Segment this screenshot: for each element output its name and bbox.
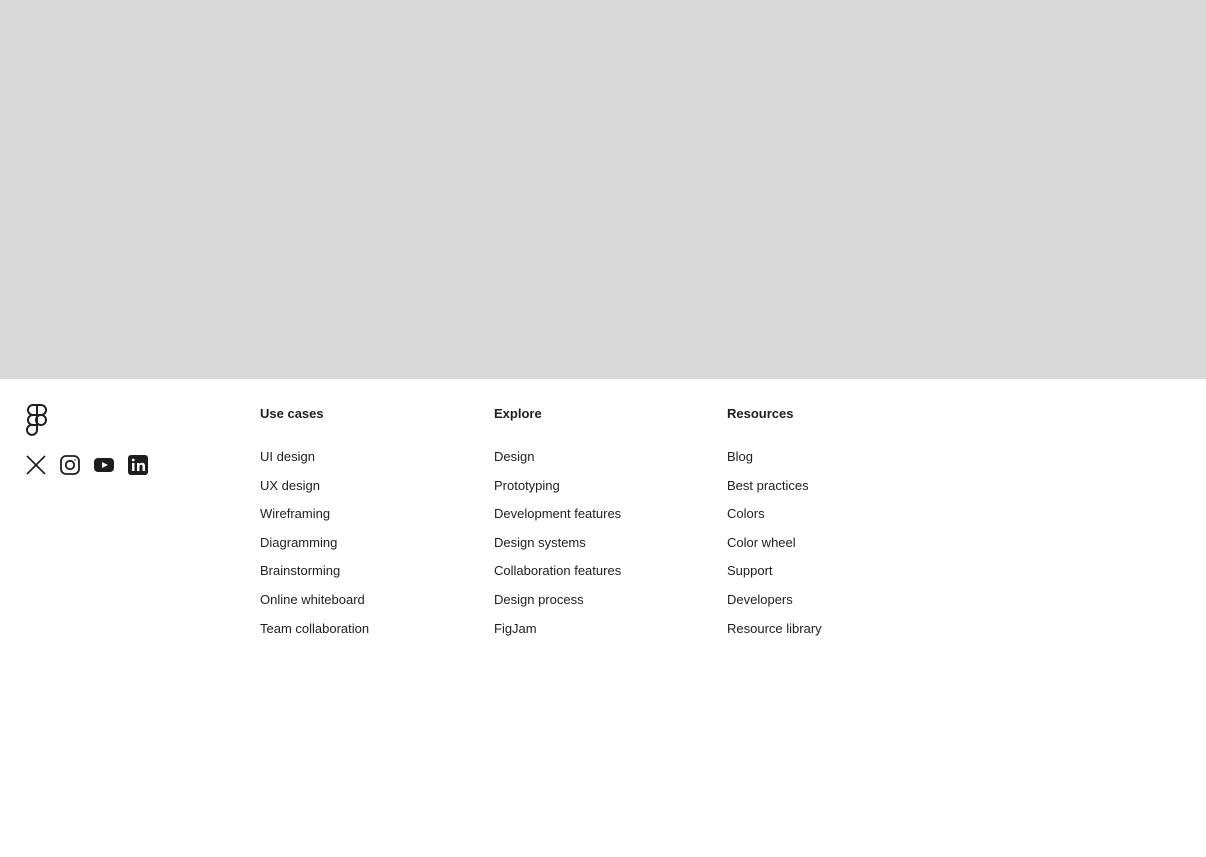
list-item: FigJam <box>494 620 694 649</box>
list-item: Best practices <box>727 477 927 506</box>
footer-column-use-cases: Use cases UI design UX design Wireframin… <box>260 406 460 648</box>
site-footer: Use cases UI design UX design Wireframin… <box>0 379 1206 857</box>
list-item: Development features <box>494 505 694 534</box>
brand <box>25 404 49 436</box>
list-item: Design systems <box>494 534 694 563</box>
link-list: UI design UX design Wireframing Diagramm… <box>260 448 460 648</box>
list-item: Design <box>494 448 694 477</box>
footer-link-online-whiteboard[interactable]: Online whiteboard <box>260 592 365 607</box>
youtube-icon[interactable] <box>93 454 115 476</box>
footer-link-ux-design[interactable]: UX design <box>260 478 320 493</box>
footer-link-prototyping[interactable]: Prototyping <box>494 478 560 493</box>
link-list: Design Prototyping Development features … <box>494 448 694 648</box>
list-item: Prototyping <box>494 477 694 506</box>
footer-link-brainstorming[interactable]: Brainstorming <box>260 563 340 578</box>
footer-link-blog[interactable]: Blog <box>727 449 753 464</box>
footer-column-explore: Explore Design Prototyping Development f… <box>494 406 694 648</box>
instagram-icon[interactable] <box>59 454 81 476</box>
list-item: Blog <box>727 448 927 477</box>
list-item: Diagramming <box>260 534 460 563</box>
footer-column-resources: Resources Blog Best practices Colors Col… <box>727 406 927 648</box>
footer-link-ui-design[interactable]: UI design <box>260 449 315 464</box>
footer-link-development-features[interactable]: Development features <box>494 506 621 521</box>
footer-link-diagramming[interactable]: Diagramming <box>260 535 337 550</box>
list-item: Support <box>727 562 927 591</box>
footer-link-figjam[interactable]: FigJam <box>494 621 537 636</box>
list-item: Color wheel <box>727 534 927 563</box>
link-list: Blog Best practices Colors Color wheel S… <box>727 448 927 648</box>
figma-logo[interactable] <box>25 404 49 436</box>
column-heading: Explore <box>494 406 542 421</box>
footer-link-support[interactable]: Support <box>727 563 773 578</box>
list-item: Collaboration features <box>494 562 694 591</box>
list-item: Resource library <box>727 620 927 649</box>
footer-link-resource-library[interactable]: Resource library <box>727 621 822 636</box>
social-links <box>25 454 149 476</box>
x-twitter-icon[interactable] <box>25 454 47 476</box>
column-heading: Resources <box>727 406 794 421</box>
footer-link-color-wheel[interactable]: Color wheel <box>727 535 796 550</box>
footer-link-colors[interactable]: Colors <box>727 506 765 521</box>
list-item: Colors <box>727 505 927 534</box>
list-item: UX design <box>260 477 460 506</box>
list-item: Design process <box>494 591 694 620</box>
list-item: Team collaboration <box>260 620 460 649</box>
list-item: Brainstorming <box>260 562 460 591</box>
linkedin-icon[interactable] <box>127 454 149 476</box>
list-item: UI design <box>260 448 460 477</box>
footer-link-team-collaboration[interactable]: Team collaboration <box>260 621 369 636</box>
footer-link-wireframing[interactable]: Wireframing <box>260 506 330 521</box>
footer-link-collaboration-features[interactable]: Collaboration features <box>494 563 621 578</box>
list-item: Developers <box>727 591 927 620</box>
footer-link-developers[interactable]: Developers <box>727 592 793 607</box>
list-item: Online whiteboard <box>260 591 460 620</box>
column-heading: Use cases <box>260 406 324 421</box>
footer-link-best-practices[interactable]: Best practices <box>727 478 809 493</box>
list-item: Wireframing <box>260 505 460 534</box>
footer-link-design-process[interactable]: Design process <box>494 592 584 607</box>
footer-link-design[interactable]: Design <box>494 449 534 464</box>
hero-image-placeholder <box>0 0 1206 379</box>
footer-link-design-systems[interactable]: Design systems <box>494 535 586 550</box>
